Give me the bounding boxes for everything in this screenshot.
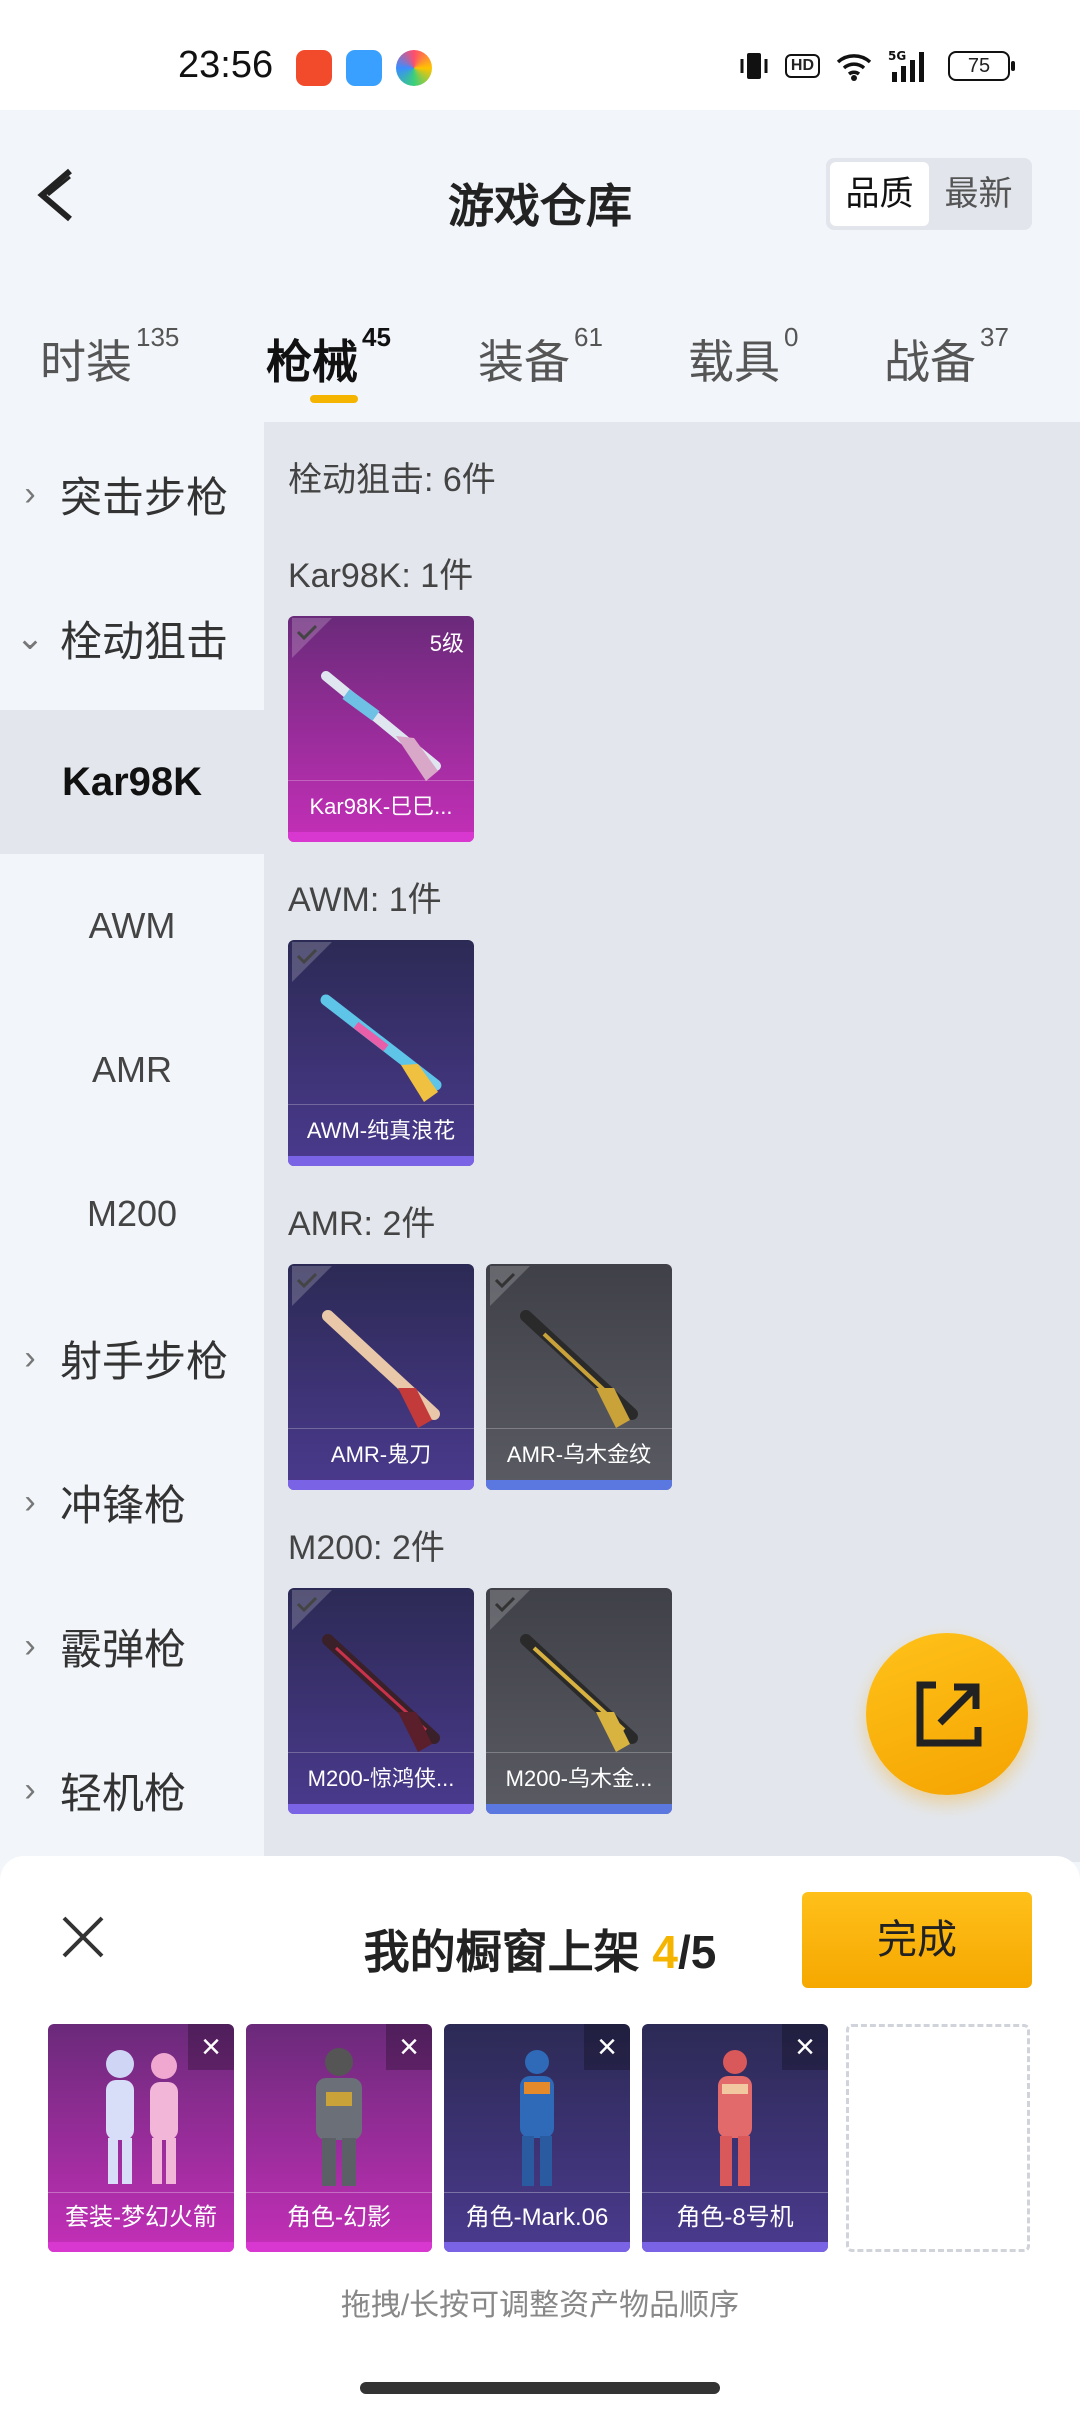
character-figure-icon (520, 2050, 554, 2186)
rarity-bar (288, 1156, 474, 1166)
active-tab-indicator (310, 395, 358, 403)
rifle-icon (321, 671, 441, 781)
sort-quality-button[interactable]: 品质 (830, 162, 929, 226)
group-title-awm: AWM: 1件 (288, 881, 442, 919)
item-name: M200-惊鸿侠... (288, 1752, 474, 1804)
sidebar-item-smg[interactable]: › 冲锋枪 (0, 1430, 264, 1574)
weapon-card-kar98k[interactable]: 5级 Kar98K-巳巳... (288, 616, 474, 842)
done-button[interactable]: 完成 (802, 1892, 1032, 1988)
weather-app-icon (346, 50, 382, 86)
chevron-right-icon: › (24, 1626, 36, 1665)
reorder-hint: 拖拽/长按可调整资产物品顺序 (340, 2289, 740, 2322)
chevron-right-icon: › (24, 1482, 36, 1521)
tab-gear[interactable]: 战备 37 (884, 322, 1009, 392)
slot-name: 角色-Mark.06 (444, 2192, 630, 2242)
sidebar-item-m200[interactable]: M200 (0, 1142, 264, 1286)
vibrate-icon (740, 53, 768, 79)
rifle-icon (520, 1634, 638, 1752)
battery-icon: 75 (948, 51, 1015, 81)
video-app-icon (296, 50, 332, 86)
slot-name: 角色-幻影 (246, 2192, 432, 2242)
sidebar-item-lmg[interactable]: › 轻机枪 (0, 1718, 264, 1862)
weapon-card-amr-ghost-blade[interactable]: AMR-鬼刀 (288, 1264, 474, 1490)
tab-equipment[interactable]: 装备 61 (478, 322, 603, 392)
item-name: Kar98K-巳巳... (288, 780, 474, 832)
sidebar-item-assault-rifle[interactable]: › 突击步枪 (0, 422, 264, 566)
sidebar-item-amr[interactable]: AMR (0, 998, 264, 1142)
wifi-icon (836, 54, 872, 81)
group-title-kar98k: Kar98K: 1件 (288, 557, 474, 595)
rifle-icon (520, 1310, 638, 1428)
sidebar-item-marksman-rifle[interactable]: › 射手步枪 (0, 1286, 264, 1430)
showcase-slot-1[interactable]: × 套装-梦幻火箭 (48, 2024, 234, 2252)
home-indicator[interactable] (360, 2382, 720, 2394)
showcase-slot-2[interactable]: × 角色-幻影 (246, 2024, 432, 2252)
svg-text:5G: 5G (888, 49, 906, 63)
chevron-down-icon: ⌄ (15, 619, 45, 657)
rarity-bar (288, 1804, 474, 1814)
slot-name: 角色-8号机 (642, 2192, 828, 2242)
tab-vehicles[interactable]: 载具 0 (688, 322, 798, 392)
showcase-slot-3[interactable]: × 角色-Mark.06 (444, 2024, 630, 2252)
hd-badge: HD (784, 54, 820, 78)
rifle-icon (320, 994, 442, 1102)
item-name: M200-乌木金... (486, 1752, 672, 1804)
sidebar-item-awm[interactable]: AWM (0, 854, 264, 998)
group-title-m200: M200: 2件 (288, 1529, 445, 1567)
colorful-app-icon (396, 50, 432, 86)
category-summary: 栓动狙击: 6件 (288, 461, 496, 499)
chevron-right-icon: › (24, 1770, 36, 1809)
tab-fashion[interactable]: 时装 135 (40, 322, 179, 392)
item-name: AMR-乌木金纹 (486, 1428, 672, 1480)
clock: 23:56 (178, 44, 274, 86)
category-tabs: 时装 135 枪械 45 装备 61 载具 0 战备 37 (0, 310, 1080, 410)
weapon-card-awm[interactable]: AWM-纯真浪花 (288, 940, 474, 1166)
rarity-bar (288, 832, 474, 842)
rarity-bar (486, 1804, 672, 1814)
sort-newest-button[interactable]: 最新 (929, 162, 1028, 226)
sort-toggle: 品质 最新 (826, 158, 1032, 230)
chevron-right-icon: › (24, 474, 36, 513)
item-name: AMR-鬼刀 (288, 1428, 474, 1480)
share-fab-button[interactable] (866, 1633, 1028, 1795)
share-external-icon (916, 1681, 982, 1747)
item-name: AWM-纯真浪花 (288, 1104, 474, 1156)
rarity-bar (642, 2242, 828, 2252)
character-figure-icon (316, 2048, 362, 2186)
sidebar-item-kar98k[interactable]: Kar98K (0, 710, 264, 854)
showcase-slot-4[interactable]: × 角色-8号机 (642, 2024, 828, 2252)
rarity-bar (486, 1480, 672, 1490)
weapon-card-m200-ebony-gold[interactable]: M200-乌木金... (486, 1588, 672, 1814)
weapon-card-m200-jinghong[interactable]: M200-惊鸿侠... (288, 1588, 474, 1814)
sidebar-item-shotgun[interactable]: › 霰弹枪 (0, 1574, 264, 1718)
rifle-icon (322, 1634, 440, 1752)
showcase-panel: 我的橱窗上架 4/5 完成 × 套装-梦幻火箭 × 角色-幻影 × 角色-Mar… (0, 1856, 1080, 2412)
sidebar-item-bolt-sniper[interactable]: ⌄ 栓动狙击 (0, 566, 264, 710)
weapon-card-amr-ebony-gold[interactable]: AMR-乌木金纹 (486, 1264, 672, 1490)
status-bar: 23:56 HD 5G 75 (0, 0, 1080, 110)
character-figure-icon (718, 2050, 752, 2186)
weapon-type-sidebar: › 突击步枪 ⌄ 栓动狙击 Kar98K AWM AMR M200 › 射手步枪 › 冲… (0, 422, 264, 1862)
character-figure-icon (106, 2050, 178, 2184)
rifle-icon (322, 1310, 440, 1428)
chevron-right-icon: › (24, 1338, 36, 1377)
rarity-bar (48, 2242, 234, 2252)
rarity-bar (246, 2242, 432, 2252)
showcase-slot-empty[interactable] (846, 2024, 1030, 2252)
showcase-count: 4 (652, 1926, 678, 1978)
group-title-amr: AMR: 2件 (288, 1205, 436, 1243)
signal-icon: 5G (888, 49, 924, 82)
slot-name: 套装-梦幻火箭 (48, 2192, 234, 2242)
rarity-bar (288, 1480, 474, 1490)
rarity-bar (444, 2242, 630, 2252)
header: 游戏仓库 品质 最新 时装 135 枪械 45 装备 61 载具 0 战备 37 (0, 110, 1080, 420)
tab-firearms[interactable]: 枪械 45 (266, 322, 391, 392)
